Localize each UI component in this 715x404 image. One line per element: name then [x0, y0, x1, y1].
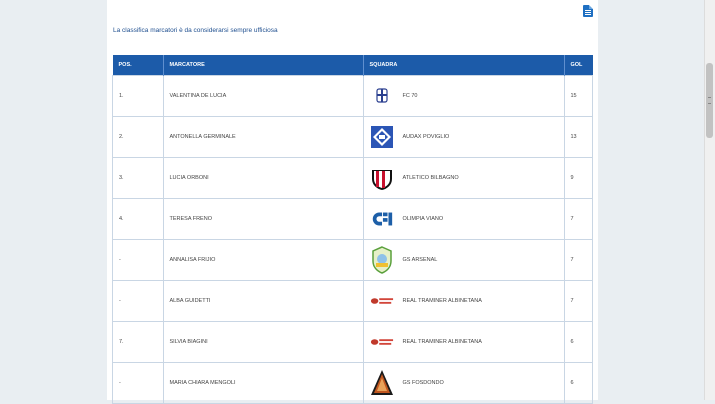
- row-goals: 13: [563, 116, 593, 158]
- header-goals[interactable]: GOL: [564, 55, 593, 76]
- row-team-cell: ATLETICO BILBAGNO: [362, 157, 565, 199]
- row-goals: 9: [563, 157, 593, 199]
- row-team-cell: REAL TRAMINER ALBINETANA: [362, 321, 565, 363]
- row-pos: -: [112, 239, 164, 281]
- row-team-cell: REAL TRAMINER ALBINETANA: [362, 280, 565, 322]
- row-team-cell: GS FOSDONDO: [362, 362, 565, 404]
- team-name[interactable]: REAL TRAMINER ALBINETANA: [403, 339, 482, 345]
- team-name[interactable]: OLIMPIA VIANO: [403, 216, 444, 222]
- row-team-cell: AUDAX POVIGLIO: [362, 116, 565, 158]
- row-goals: 7: [563, 239, 593, 281]
- row-pos: 3.: [112, 157, 164, 199]
- team-name[interactable]: GS FOSDONDO: [403, 380, 444, 386]
- real-traminer-logo-icon: [370, 330, 394, 354]
- team-name[interactable]: REAL TRAMINER ALBINETANA: [403, 298, 482, 304]
- atletico-bilbagno-crest-icon: [370, 166, 394, 190]
- row-goals: 7: [563, 198, 593, 240]
- row-pos: 7.: [112, 321, 164, 363]
- table-row: 4. TERESA FRENO OLIMPIA VIANO 7: [112, 198, 593, 240]
- scorers-table: POS. MARCATORE SQUADRA GOL 1. VALENTINA …: [112, 55, 593, 404]
- document-icon[interactable]: [583, 5, 593, 17]
- gs-fosdondo-crest-icon: [370, 370, 394, 395]
- gs-arsenal-crest-icon: [370, 246, 394, 274]
- row-pos: -: [112, 362, 164, 404]
- row-team-cell: FC 70: [362, 75, 565, 117]
- table-row: 3. LUCIA ORBONI ATLETICO BILBAGNO 9: [112, 157, 593, 199]
- row-pos: 1.: [112, 75, 164, 117]
- vertical-scrollbar[interactable]: [704, 0, 715, 400]
- row-scorer: ANNALISA FRIJIO: [162, 239, 364, 281]
- row-scorer: VALENTINA DE LUCIA: [162, 75, 364, 117]
- row-scorer: MARIA CHIARA MENGOLI: [162, 362, 364, 404]
- row-scorer: TERESA FRENO: [162, 198, 364, 240]
- row-scorer: ALBA GUIDETTI: [162, 280, 364, 322]
- row-team-cell: OLIMPIA VIANO: [362, 198, 565, 240]
- team-name[interactable]: FC 70: [403, 93, 418, 99]
- team-name[interactable]: AUDAX POVIGLIO: [403, 134, 450, 140]
- scrollbar-grip-icon: [708, 97, 711, 104]
- row-pos: -: [112, 280, 164, 322]
- table-row: 2. ANTONELLA GERMINALE AUDAX POVIGLIO 13: [112, 116, 593, 158]
- row-goals: 15: [563, 75, 593, 117]
- table-row: 1. VALENTINA DE LUCIA FC 70 15: [112, 75, 593, 117]
- audax-poviglio-crest-icon: [370, 125, 394, 149]
- header-team[interactable]: SQUADRA: [363, 55, 565, 76]
- row-scorer: ANTONELLA GERMINALE: [162, 116, 364, 158]
- row-goals: 6: [563, 321, 593, 363]
- header-scorer[interactable]: MARCATORE: [163, 55, 364, 76]
- notice-text: La classifica marcatori è da considerars…: [113, 27, 278, 34]
- team-name[interactable]: GS ARSENAL: [403, 257, 438, 263]
- real-traminer-logo-icon: [370, 289, 394, 313]
- table-row: - MARIA CHIARA MENGOLI GS FOSDONDO 6: [112, 362, 593, 404]
- table-row: - ANNALISA FRIJIO GS ARSENAL 7: [112, 239, 593, 281]
- table-header-row: POS. MARCATORE SQUADRA GOL: [112, 55, 593, 76]
- table-row: - ALBA GUIDETTI REAL TRAMINER ALBINETANA…: [112, 280, 593, 322]
- row-pos: 4.: [112, 198, 164, 240]
- row-goals: 7: [563, 280, 593, 322]
- header-pos[interactable]: POS.: [112, 55, 164, 76]
- row-team-cell: GS ARSENAL: [362, 239, 565, 281]
- row-scorer: SILVIA BIAGINI: [162, 321, 364, 363]
- table-row: 7. SILVIA BIAGINI REAL TRAMINER ALBINETA…: [112, 321, 593, 363]
- row-scorer: LUCIA ORBONI: [162, 157, 364, 199]
- fc70-crest-icon: [370, 84, 394, 108]
- olimpia-viano-logo-icon: [370, 207, 394, 231]
- row-pos: 2.: [112, 116, 164, 158]
- team-name[interactable]: ATLETICO BILBAGNO: [403, 175, 459, 181]
- row-goals: 6: [563, 362, 593, 404]
